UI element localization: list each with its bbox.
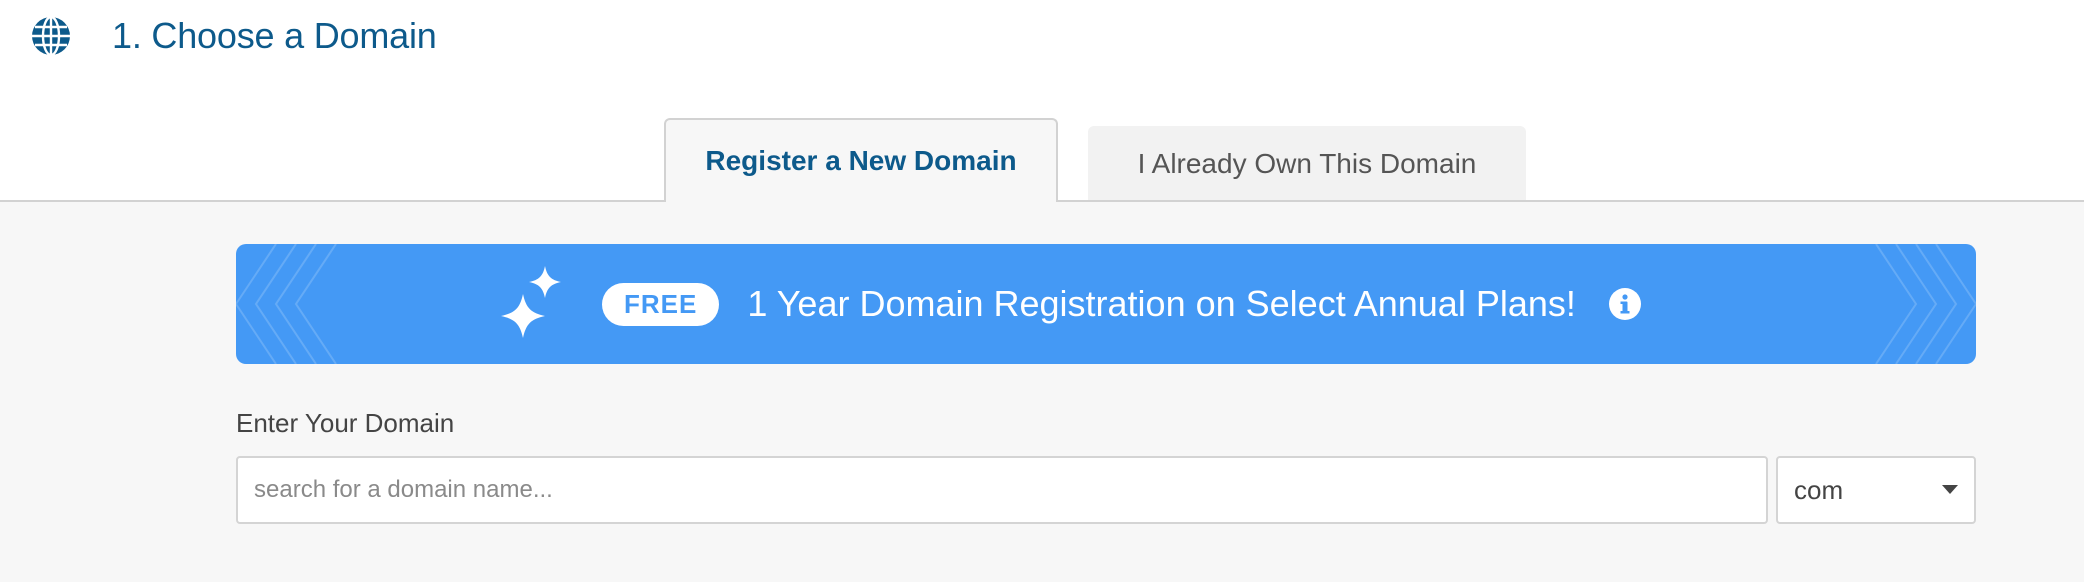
tab-panel: FREE 1 Year Domain Registration on Selec… <box>0 202 2084 582</box>
globe-icon <box>32 15 70 57</box>
tld-dropdown[interactable]: com <box>1776 456 1976 524</box>
chevron-decoration-right <box>1875 244 1976 364</box>
promo-content: FREE 1 Year Domain Registration on Selec… <box>602 244 1642 364</box>
section-header: 1. Choose a Domain <box>30 12 437 60</box>
tab-already-own-domain[interactable]: I Already Own This Domain <box>1088 126 1526 202</box>
page-title: 1. Choose a Domain <box>112 15 437 56</box>
chevron-down-icon <box>1942 485 1958 494</box>
free-badge: FREE <box>602 282 720 326</box>
tld-selected-value: com <box>1794 474 1844 505</box>
chevron-decoration-left <box>236 244 337 364</box>
domain-search-input[interactable] <box>236 456 1768 524</box>
domain-tabs: Register a New Domain I Already Own This… <box>0 118 2084 202</box>
promo-banner: FREE 1 Year Domain Registration on Selec… <box>236 244 1976 364</box>
info-icon[interactable] <box>1608 287 1642 321</box>
tab-register-new-domain[interactable]: Register a New Domain <box>664 118 1058 202</box>
domain-field-label: Enter Your Domain <box>236 408 455 438</box>
promo-text: 1 Year Domain Registration on Select Ann… <box>747 283 1576 324</box>
sparkle-icon <box>501 266 561 338</box>
